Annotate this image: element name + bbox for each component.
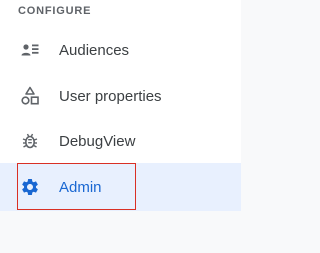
gear-icon: [19, 176, 41, 198]
sidebar-item-user-properties[interactable]: User properties: [0, 73, 241, 119]
section-header: CONFIGURE: [18, 5, 92, 17]
audiences-icon: [19, 39, 41, 61]
sidebar-item-label: Audiences: [59, 41, 130, 59]
debug-icon: [19, 130, 41, 152]
sidebar-item-debugview[interactable]: DebugView: [0, 118, 241, 164]
sidebar-footer-area: [0, 211, 241, 253]
sidebar-item-label: DebugView: [59, 132, 136, 150]
sidebar-item-admin[interactable]: Admin: [0, 163, 241, 211]
sidebar-item-label: Admin: [59, 178, 102, 196]
user-properties-icon: [19, 85, 41, 107]
sidebar-item-label: User properties: [59, 87, 162, 105]
sidebar-item-audiences[interactable]: Audiences: [0, 27, 241, 73]
sidebar-panel: CONFIGURE Audiences User properties Debu…: [0, 0, 241, 253]
